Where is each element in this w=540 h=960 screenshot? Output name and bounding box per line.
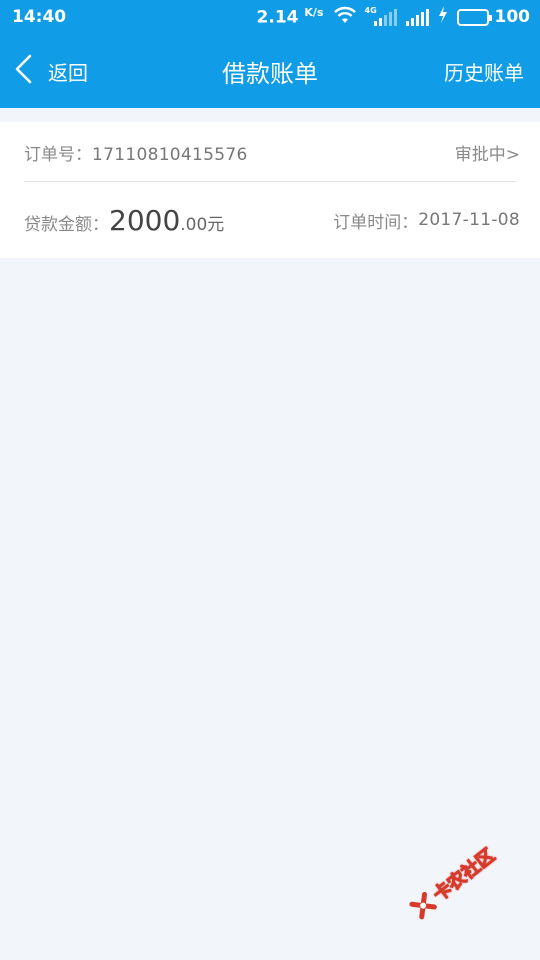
- watermark-text: 卡农社区: [429, 844, 500, 906]
- order-number-row: 订单号：17110810415576 审批中>: [24, 122, 520, 182]
- status-bar: 14:40 2.14 K/s 4G 100: [0, 0, 540, 34]
- network-speed-value: 2.14: [256, 7, 299, 28]
- loan-amount-decimal: .00元: [180, 214, 225, 235]
- back-label: 返回: [48, 60, 88, 85]
- order-time: 订单时间： 2017-11-08: [333, 208, 520, 233]
- order-detail-row: 贷款金额： 2000 .00元 订单时间： 2017-11-08: [24, 182, 520, 258]
- back-button[interactable]: 返回: [14, 34, 88, 108]
- order-card[interactable]: 订单号：17110810415576 审批中> 贷款金额： 2000 .00元 …: [0, 122, 540, 258]
- network-type-label: 4G: [364, 5, 377, 15]
- signal-icon: [405, 8, 429, 26]
- charging-icon: [438, 6, 448, 28]
- order-number-value: 17110810415576: [92, 144, 248, 165]
- battery-level: 100: [494, 7, 531, 27]
- order-time-value: 2017-11-08: [418, 210, 520, 230]
- order-status-link[interactable]: 审批中>: [455, 140, 520, 165]
- status-indicators: 2.14 K/s 4G 100: [257, 6, 530, 29]
- loan-amount-integer: 2000: [109, 203, 181, 237]
- battery-icon: [456, 8, 492, 26]
- loan-amount: 贷款金额： 2000 .00元: [24, 204, 224, 237]
- signal-4g-icon: 4G: [364, 5, 397, 26]
- chevron-left-icon: [14, 54, 34, 88]
- history-bill-button[interactable]: 历史账单: [444, 34, 524, 108]
- loan-amount-label: 贷款金额：: [24, 214, 109, 235]
- nav-bar: 返回 借款账单 历史账单: [0, 34, 540, 108]
- status-time: 14:40: [12, 7, 67, 27]
- order-number: 订单号：17110810415576: [24, 140, 248, 165]
- network-speed: 2.14 K/s: [257, 6, 324, 28]
- order-time-label: 订单时间：: [333, 212, 419, 233]
- network-speed-unit: K/s: [304, 6, 324, 20]
- order-number-label: 订单号：: [24, 144, 92, 165]
- battery-indicator: 100: [456, 7, 531, 27]
- wifi-icon: [333, 6, 357, 29]
- watermark: 卡农社区: [393, 823, 515, 940]
